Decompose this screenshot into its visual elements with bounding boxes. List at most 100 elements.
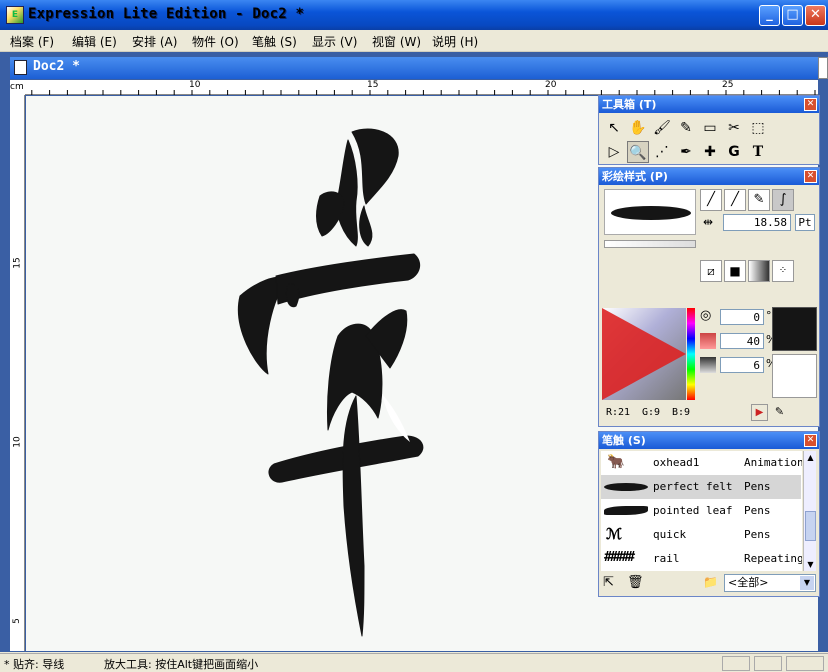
rgb-blue: B:9	[672, 407, 691, 418]
menu-edit[interactable]: 编辑 (E)	[72, 33, 117, 50]
eyedropper-small-icon[interactable]: ✎	[771, 404, 788, 421]
saturation-field[interactable]: 40	[720, 333, 764, 349]
eyedropper-icon[interactable]: ✎	[675, 117, 697, 139]
status-pane	[786, 656, 824, 671]
app-icon[interactable]: E	[6, 6, 24, 24]
brush-type: Pens	[744, 480, 771, 493]
rotate-icon[interactable]: G	[723, 141, 745, 163]
menu-view[interactable]: 显示 (V)	[312, 33, 357, 50]
list-item[interactable]: ##### rail Repeating	[601, 547, 802, 571]
width-icon: ⇹	[703, 215, 714, 229]
brushes-close-icon[interactable]: ✕	[804, 434, 817, 447]
ruler-horizontal: 10 15 20 25	[10, 80, 818, 95]
ruler-label: 5	[11, 618, 22, 624]
minimize-button[interactable]: _	[759, 5, 780, 26]
select-arrow-icon[interactable]: ↖	[603, 117, 625, 139]
text-tool-icon[interactable]: T	[747, 141, 769, 163]
document-icon	[14, 60, 27, 75]
marquee-icon[interactable]: ⬚	[747, 117, 769, 139]
color-picker-area[interactable]	[602, 308, 686, 400]
paint-style-close-icon[interactable]: ✕	[804, 170, 817, 183]
pattern-fill-icon[interactable]: ⁘	[772, 260, 794, 282]
chevron-down-icon[interactable]: ▼	[800, 576, 814, 590]
scroll-up-icon[interactable]: ▲	[804, 451, 817, 464]
close-button[interactable]: ✕	[805, 5, 826, 26]
stroke-width-field[interactable]: 18.58	[723, 214, 791, 231]
ruler-ticks-horizontal	[13, 90, 816, 95]
lightness-icon	[700, 357, 716, 373]
trash-icon[interactable]: 🗑	[627, 575, 644, 590]
folder-icon[interactable]: 📁	[703, 575, 718, 589]
menu-file[interactable]: 档案 (F)	[10, 33, 54, 50]
rectangle-icon[interactable]: ▭	[699, 117, 721, 139]
maximize-button[interactable]: □	[782, 5, 803, 26]
direct-select-icon[interactable]: ▷	[603, 141, 625, 163]
toolbox-close-icon[interactable]: ✕	[804, 98, 817, 111]
brush-thumb-icon	[604, 483, 648, 491]
window-title: Expression Lite Edition - Doc2 *	[28, 6, 305, 22]
color-wheel-icon: ◎	[700, 308, 712, 323]
brush-type: Pens	[744, 504, 771, 517]
saturation-icon	[700, 333, 716, 349]
hand-icon[interactable]: ✋	[627, 117, 649, 139]
opacity-slider[interactable]	[604, 240, 696, 248]
ruler-label: 25	[722, 80, 734, 90]
ruler-label: 10	[189, 80, 201, 90]
solid-fill-icon[interactable]: ■	[724, 260, 746, 282]
document-restore-button[interactable]	[818, 57, 828, 79]
brush-filter-select[interactable]: <全部> ▼	[724, 574, 816, 592]
scroll-down-icon[interactable]: ▼	[804, 558, 817, 571]
brush-type: Repeating	[744, 552, 802, 565]
no-fill-icon[interactable]: ⧄	[700, 260, 722, 282]
status-pane	[722, 656, 750, 671]
brush-thumb-icon: ℳ	[606, 525, 623, 543]
menu-stroke[interactable]: 笔触 (S)	[252, 33, 297, 50]
lightness-field[interactable]: 6	[720, 357, 764, 373]
ruler-label: 10	[12, 436, 23, 448]
brush-icon[interactable]: 🖌	[651, 117, 673, 139]
brush-name: quick	[653, 528, 687, 541]
brushes-panel: 笔触 (S) ✕ 🐂 oxhead1 Animation perfect fel…	[598, 431, 820, 597]
zoom-icon[interactable]: 🔍	[627, 141, 649, 163]
scissors-icon[interactable]: ✂	[723, 117, 745, 139]
stroke-preview	[604, 189, 696, 235]
scroll-thumb[interactable]	[805, 511, 816, 541]
node-add-icon[interactable]: ✚	[699, 141, 721, 163]
brush-select-icon[interactable]: ⇱	[603, 575, 614, 590]
brush-filter-value: <全部>	[728, 576, 769, 589]
pen-icon[interactable]: ✒	[675, 141, 697, 163]
unit-select[interactable]: Pt	[795, 214, 815, 231]
brush-stroke-icon[interactable]: ✎	[748, 189, 770, 211]
brush-list-scrollbar[interactable]: ▲ ▼	[803, 451, 816, 571]
brush-thumb-icon	[604, 506, 648, 515]
previous-color-swatch[interactable]	[772, 354, 817, 398]
calligraphy-stroke-icon[interactable]: ∫	[772, 189, 794, 211]
thick-line-icon[interactable]: ╱	[724, 189, 746, 211]
paint-style-panel: 彩绘样式 (P) ✕ ╱ ╱ ✎ ∫ ⇹ 18.58 Pt ⧄ ■ ⁘ ◎ 0 …	[598, 167, 820, 427]
menu-window[interactable]: 视窗 (W)	[372, 33, 421, 50]
color-play-icon[interactable]: ▶	[751, 404, 768, 421]
brushes-title: 笔触 (S)	[599, 432, 819, 449]
current-color-swatch[interactable]	[772, 307, 817, 351]
toolbox-title: 工具箱 (T)	[599, 96, 819, 113]
calligraphy-artwork[interactable]	[26, 96, 626, 651]
document-title: Doc2 *	[33, 59, 80, 74]
list-item[interactable]: perfect felt Pens	[601, 475, 801, 499]
ruler-label: 15	[12, 257, 23, 269]
menu-help[interactable]: 说明 (H)	[432, 33, 478, 50]
brush-thumb-icon: #####	[604, 550, 635, 565]
thin-line-icon[interactable]: ╱	[700, 189, 722, 211]
brush-list[interactable]: 🐂 oxhead1 Animation perfect felt Pens po…	[601, 451, 802, 571]
ruler-label: 20	[545, 80, 557, 90]
list-item[interactable]: pointed leaf Pens	[601, 499, 801, 523]
gradient-fill-icon[interactable]	[748, 260, 770, 282]
menu-object[interactable]: 物件 (O)	[192, 33, 239, 50]
path-edit-icon[interactable]: ⋰	[651, 141, 673, 163]
list-item[interactable]: ℳ quick Pens	[601, 523, 801, 547]
hue-field[interactable]: 0	[720, 309, 764, 325]
hue-slider[interactable]	[687, 308, 695, 400]
toolbox-panel: 工具箱 (T) ✕ ↖ ✋ 🖌 ✎ ▭ ✂ ⬚ ▷ 🔍 ⋰ ✒ ✚ G T	[598, 95, 820, 165]
menu-arrange[interactable]: 安排 (A)	[132, 33, 177, 50]
hue-unit: °	[766, 309, 772, 322]
list-item[interactable]: 🐂 oxhead1 Animation	[601, 451, 802, 475]
